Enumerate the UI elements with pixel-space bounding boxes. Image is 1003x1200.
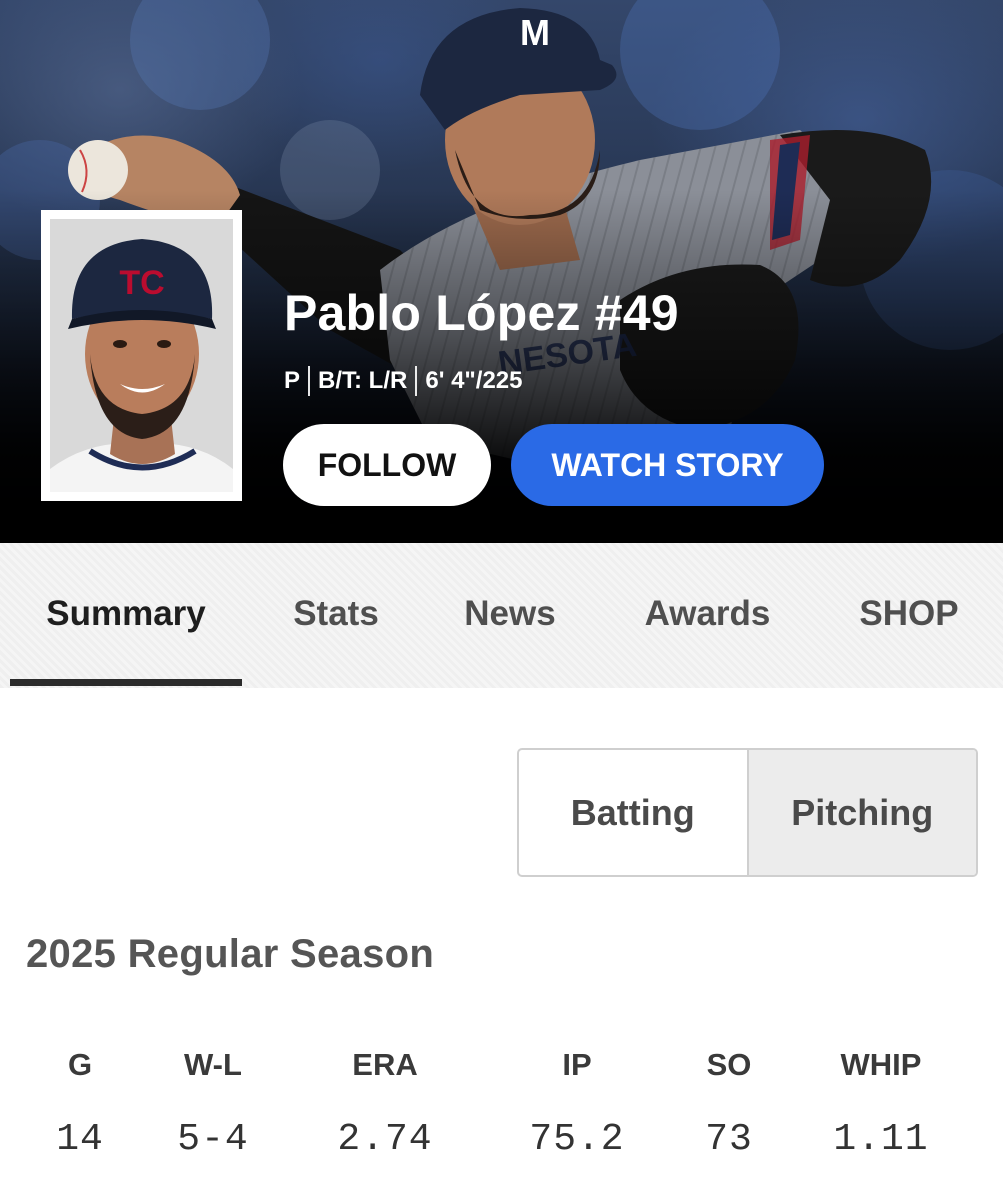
season-title: 2025 Regular Season: [26, 932, 435, 976]
player-headshot: TC: [41, 210, 242, 501]
stat-header: W-L: [184, 1047, 242, 1082]
stat-column-wl: W-L 5-4: [133, 1040, 293, 1161]
stat-value: 73: [705, 1118, 753, 1161]
follow-button[interactable]: FOLLOW: [283, 424, 491, 506]
stat-header: IP: [562, 1047, 592, 1082]
player-bio-line: P B/T: L/R 6' 4"/225: [284, 366, 523, 396]
player-position: P: [284, 367, 301, 394]
tab-awards[interactable]: Awards: [620, 543, 795, 685]
stat-header: ERA: [352, 1047, 418, 1082]
bats-throws: B/T: L/R: [318, 367, 408, 394]
tab-stats[interactable]: Stats: [262, 543, 410, 685]
stat-value: 1.11: [833, 1118, 929, 1161]
tab-shop[interactable]: SHOP: [835, 543, 983, 685]
twins-logo-icon: TC: [119, 264, 164, 302]
active-tab-indicator: [10, 679, 242, 686]
stat-value: 75.2: [529, 1118, 625, 1161]
batting-toggle-option[interactable]: Batting: [519, 750, 747, 875]
stat-header: SO: [706, 1047, 752, 1082]
stat-type-toggle: Batting Pitching: [517, 748, 978, 877]
headshot-image: TC: [50, 219, 233, 492]
height-weight: 6' 4"/225: [425, 367, 523, 394]
stat-column-so: SO 73: [649, 1040, 809, 1161]
player-name: Pablo López #49: [284, 285, 679, 341]
watch-story-button[interactable]: WATCH STORY: [511, 424, 824, 506]
stat-value: 5-4: [177, 1118, 249, 1161]
bio-divider: [415, 366, 418, 396]
tab-news[interactable]: News: [440, 543, 580, 685]
stat-column-whip: WHIP 1.11: [801, 1040, 961, 1161]
stat-column-era: ERA 2.74: [305, 1040, 465, 1161]
pitching-toggle-option[interactable]: Pitching: [746, 750, 976, 875]
player-tabs: Summary Stats News Awards SHOP: [0, 543, 1003, 688]
player-hero: M NESOTA: [0, 0, 1003, 543]
stat-value: 2.74: [337, 1118, 433, 1161]
stat-column-ip: IP 75.2: [497, 1040, 657, 1161]
tab-summary[interactable]: Summary: [10, 543, 242, 685]
bio-divider: [308, 366, 311, 396]
stat-header: WHIP: [840, 1047, 922, 1082]
